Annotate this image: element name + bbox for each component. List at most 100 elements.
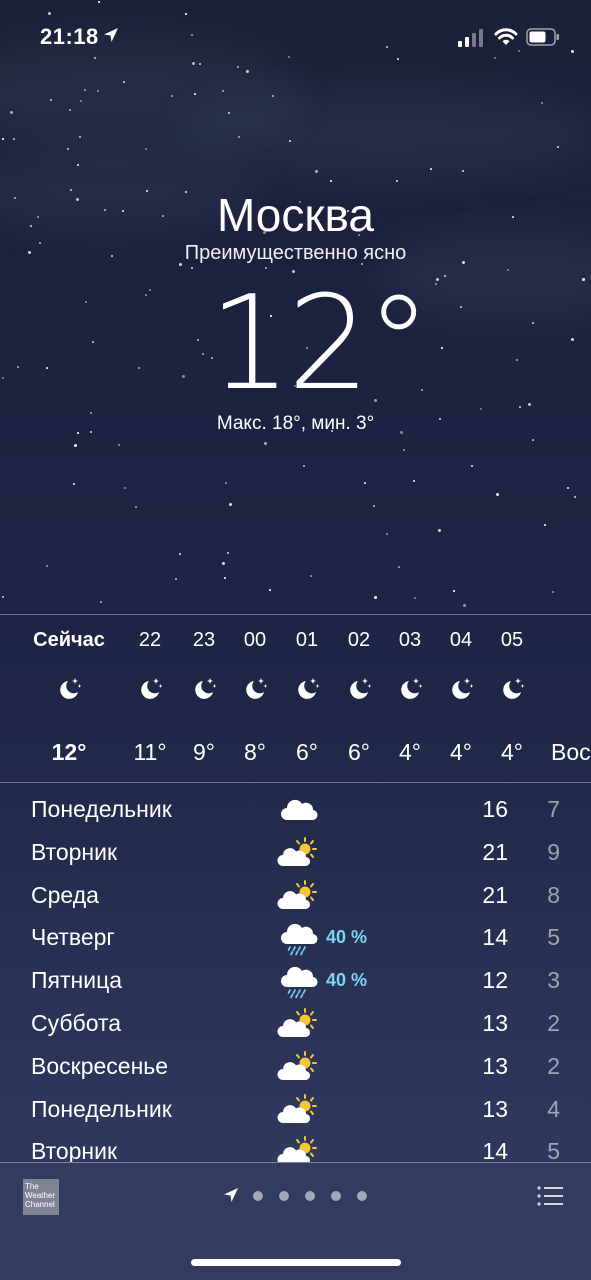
weather-channel-logo[interactable]: The Weather Channel	[23, 1179, 59, 1215]
star	[582, 278, 585, 281]
star	[330, 180, 332, 182]
page-dot[interactable]	[357, 1191, 367, 1201]
star	[2, 138, 4, 140]
min-temperature: 9	[547, 838, 560, 865]
location-arrow-icon	[104, 28, 118, 42]
page-dot[interactable]	[331, 1191, 341, 1201]
star	[84, 89, 86, 91]
star	[373, 505, 375, 507]
day-name: Четверг	[31, 924, 115, 951]
hourly-time: 22	[138, 629, 162, 651]
star	[194, 93, 196, 95]
moon-stars-icon	[293, 675, 321, 703]
moon-stars-icon	[447, 675, 475, 703]
partly-sunny-icon	[277, 1049, 321, 1085]
star	[79, 136, 81, 138]
star	[528, 403, 531, 406]
status-time: 21:18	[40, 24, 99, 49]
wifi-icon	[494, 28, 518, 45]
page-dot[interactable]	[253, 1191, 263, 1201]
bottom-toolbar: The Weather Channel	[0, 1162, 591, 1280]
min-temperature: 7	[547, 796, 560, 822]
min-temperature: 2	[547, 1010, 560, 1036]
hourly-temperature: Вос	[551, 739, 591, 765]
daily-row: Вторник 21 9	[0, 831, 591, 874]
star	[414, 597, 416, 599]
hourly-temperature: 11°	[133, 739, 167, 765]
star	[17, 366, 19, 368]
star	[118, 444, 120, 446]
star	[413, 480, 415, 482]
star	[460, 306, 462, 308]
star	[238, 136, 240, 138]
cellular-signal-icon	[458, 29, 483, 47]
status-bar: 21:18	[0, 0, 591, 70]
star	[441, 347, 443, 349]
daily-forecast[interactable]: Понедельник 16 7 Вторник 21 9 Среда 21 8 Четверг 4…	[0, 788, 591, 1162]
hourly-time: 01	[295, 629, 319, 651]
battery-icon	[526, 28, 559, 46]
max-temperature: 12	[482, 967, 508, 994]
star	[124, 487, 126, 489]
star	[552, 591, 554, 593]
daily-row: Воскресенье 13 2	[0, 1045, 591, 1088]
home-indicator[interactable]	[191, 1259, 401, 1266]
high-low-temperature: Макс. 18°, мин. 3°	[216, 413, 375, 434]
daily-row: Понедельник 13 4	[0, 1088, 591, 1131]
star	[480, 408, 482, 410]
precipitation-chance: 40 %	[326, 927, 368, 948]
cloud-rain-icon	[277, 963, 321, 999]
daily-row: Понедельник 16 7	[0, 788, 591, 831]
page-dot[interactable]	[305, 1191, 315, 1201]
list-icon[interactable]	[536, 1186, 564, 1206]
star	[222, 90, 224, 92]
cloud-icon	[277, 792, 321, 828]
max-temperature: 13	[482, 1052, 508, 1079]
moon-stars-icon	[241, 675, 269, 703]
min-temperature: 2	[547, 1052, 560, 1079]
moon-stars-icon	[190, 675, 218, 703]
daily-row: Среда 21 8	[0, 874, 591, 917]
max-temperature: 16	[482, 796, 508, 822]
precipitation-chance: 40 %	[326, 970, 368, 991]
star	[80, 100, 82, 102]
day-name: Вторник	[31, 1138, 118, 1162]
star	[228, 112, 230, 114]
star	[145, 294, 147, 296]
star	[567, 487, 569, 489]
star	[46, 367, 48, 369]
star	[544, 524, 546, 526]
star	[10, 111, 13, 114]
day-name: Вторник	[31, 838, 118, 865]
max-temperature: 14	[482, 924, 508, 951]
partly-sunny-icon	[277, 1092, 321, 1128]
min-temperature: 4	[547, 1095, 560, 1122]
max-temperature: 21	[482, 838, 508, 865]
hourly-time: Сейчас	[33, 629, 105, 651]
star	[145, 148, 147, 150]
page-dot[interactable]	[279, 1191, 289, 1201]
star	[364, 482, 366, 484]
star	[2, 377, 4, 379]
day-name: Среда	[31, 881, 99, 908]
star	[310, 575, 312, 577]
star	[532, 439, 534, 441]
moon-stars-icon	[345, 675, 373, 703]
star	[430, 168, 432, 170]
day-name: Понедельник	[31, 796, 172, 822]
star	[69, 109, 71, 111]
min-temperature: 5	[547, 924, 560, 951]
hourly-time: 05	[500, 629, 524, 651]
star	[516, 359, 518, 361]
star	[229, 503, 232, 506]
min-temperature: 3	[547, 967, 560, 994]
hourly-time: 00	[243, 629, 267, 651]
star	[272, 95, 274, 97]
star	[574, 496, 576, 498]
daily-row: Вторник 14 5	[0, 1130, 591, 1162]
star	[463, 604, 466, 607]
max-temperature: 13	[482, 1095, 508, 1122]
hourly-forecast[interactable]: Сейчас 12° 22 11° 23 9° 00 8° 01 6° 02 6° 03 4° 04 4° 05…	[0, 615, 591, 782]
star	[224, 577, 226, 579]
star	[507, 269, 509, 271]
